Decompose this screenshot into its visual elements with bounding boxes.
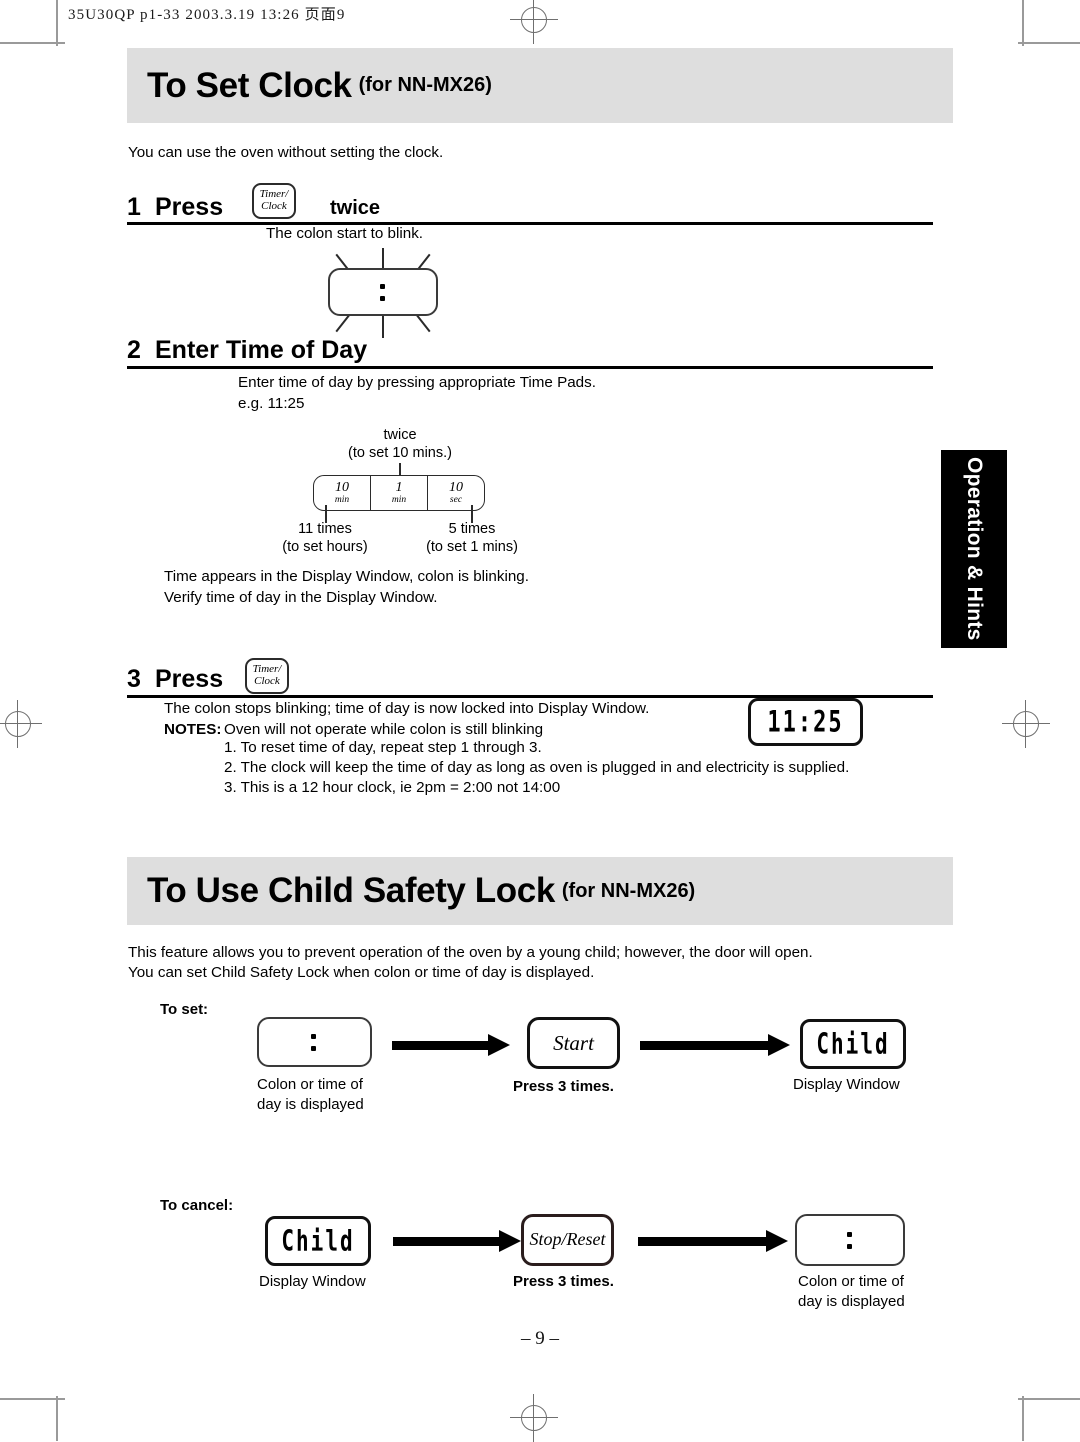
step-1-suffix: twice xyxy=(330,197,381,219)
child-lock-intro-line1: This feature allows you to prevent opera… xyxy=(128,944,813,961)
step-3-note-3: 3. This is a 12 hour clock, ie 2pm = 2:0… xyxy=(224,779,561,796)
section-banner-set-clock: To Set Clock (for NN-MX26) xyxy=(127,48,953,123)
start-button[interactable]: Start xyxy=(527,1017,620,1069)
display-window-step3-value: 11:25 xyxy=(767,705,844,739)
to-set-start-colon-icon xyxy=(311,1033,318,1051)
time-pad-1-min-value: 1 xyxy=(395,480,403,496)
timer-clock-key-step3-line2: Clock xyxy=(254,675,280,687)
step-1-header: 1 Press xyxy=(127,193,223,222)
timepad-leader-top xyxy=(399,463,401,475)
section-model-child-safety-lock: (for NN-MX26) xyxy=(561,879,696,902)
to-cancel-button-caption: Press 3 times. xyxy=(513,1273,614,1290)
blink-ray-top-center xyxy=(382,248,384,270)
timepad-callout-top: twice (to set 10 mins.) xyxy=(310,426,490,462)
blink-ray-bottom-center xyxy=(382,316,384,338)
step-2-after-line1: Time appears in the Display Window, colo… xyxy=(164,568,529,585)
time-pad-10-min[interactable]: 10 min xyxy=(314,476,370,510)
step-3-header: 3 Press xyxy=(127,665,223,694)
crop-mark-bottom-right-horizontal xyxy=(1018,1398,1080,1400)
section-banner-child-safety-lock: To Use Child Safety Lock (for NN-MX26) xyxy=(127,857,953,925)
stop-reset-button[interactable]: Stop/Reset xyxy=(521,1214,614,1266)
section-title-set-clock: To Set Clock xyxy=(147,65,352,105)
colon-indicator xyxy=(379,283,387,301)
to-cancel-end-display xyxy=(795,1214,905,1266)
crop-mark-bottom-left-vertical xyxy=(56,1396,58,1441)
to-cancel-start-display: Child xyxy=(265,1216,371,1266)
to-cancel-end-caption-line2: day is displayed xyxy=(798,1293,905,1310)
to-set-end-caption: Display Window xyxy=(793,1076,900,1093)
to-set-end-display-value: Child xyxy=(816,1027,890,1061)
to-set-end-display: Child xyxy=(800,1019,906,1069)
timer-clock-key-line2: Clock xyxy=(261,200,287,212)
time-pad-10-min-unit: min xyxy=(334,495,350,506)
crop-mark-top-right-vertical xyxy=(1022,0,1024,46)
to-cancel-end-colon-icon xyxy=(846,1231,854,1249)
to-set-button-caption: Press 3 times. xyxy=(513,1078,614,1095)
to-set-label: To set: xyxy=(160,1001,209,1018)
side-tab-operation-and-hints: Operation & Hints xyxy=(941,450,1007,648)
step-2-after-line2: Verify time of day in the Display Window… xyxy=(164,589,438,606)
to-cancel-label: To cancel: xyxy=(160,1197,234,1214)
timer-clock-key-step1[interactable]: Timer/ Clock xyxy=(252,183,296,219)
crop-mark-top-right-horizontal xyxy=(1018,42,1080,44)
to-cancel-start-display-value: Child xyxy=(281,1224,355,1258)
timepad-callout-top-line2: (to set 10 mins.) xyxy=(348,445,452,461)
registration-mark-left xyxy=(0,700,42,748)
to-cancel-start-caption: Display Window xyxy=(259,1273,366,1290)
step-3-notes-lead: Oven will not operate while colon is sti… xyxy=(224,721,544,738)
step-1-action: Press xyxy=(155,193,224,221)
to-set-start-caption-line2: day is displayed xyxy=(257,1096,364,1113)
step-3-notes-label: NOTES: xyxy=(164,721,222,738)
display-window-step3: 11:25 xyxy=(748,698,863,746)
section-title-child-safety-lock: To Use Child Safety Lock xyxy=(147,871,555,910)
page-number: – 9 – xyxy=(521,1328,559,1349)
step-3-number: 3 xyxy=(127,665,141,693)
step-1-rule xyxy=(127,222,933,225)
registration-mark-top xyxy=(510,0,558,44)
timer-clock-key-step3[interactable]: Timer/ Clock xyxy=(245,658,289,694)
to-cancel-end-caption-line1: Colon or time of xyxy=(798,1273,904,1290)
step-3-line1: The colon stops blinking; time of day is… xyxy=(164,700,650,717)
section-model-set-clock: (for NN-MX26) xyxy=(358,74,492,96)
step-2-line1: Enter time of day by pressing appropriat… xyxy=(238,374,596,391)
time-pad-10-sec-value: 10 xyxy=(449,480,463,496)
time-pad-10-sec-unit: sec xyxy=(449,495,463,506)
to-set-start-caption-line1: Colon or time of xyxy=(257,1076,363,1093)
step-2-number: 2 xyxy=(127,336,141,364)
timepad-callout-right-line1: 5 times xyxy=(448,521,496,537)
crop-mark-bottom-right-vertical xyxy=(1022,1396,1024,1441)
time-pads-strip[interactable]: 10 min 1 min 10 sec xyxy=(313,475,485,511)
side-tab-label: Operation & Hints xyxy=(963,457,986,641)
child-lock-intro-line2: You can set Child Safety Lock when colon… xyxy=(128,964,595,981)
step-3-action: Press xyxy=(155,665,224,693)
step-3-note-2: 2. The clock will keep the time of day a… xyxy=(224,759,850,776)
start-button-label: Start xyxy=(553,1030,594,1055)
to-set-start-display xyxy=(257,1017,372,1067)
step-2-line2: e.g. 11:25 xyxy=(238,395,305,412)
step-2-action: Enter Time of Day xyxy=(155,336,368,364)
step-3-note-1: 1. To reset time of day, repeat step 1 t… xyxy=(224,739,542,756)
display-window-step1 xyxy=(328,268,438,316)
time-pad-1-min-unit: min xyxy=(391,495,407,506)
blink-ray-bottom-right xyxy=(415,313,431,333)
registration-mark-bottom xyxy=(510,1394,558,1442)
crop-mark-top-left-vertical xyxy=(56,0,58,46)
step-2-header: 2 Enter Time of Day xyxy=(127,336,367,365)
set-clock-intro: You can use the oven without setting the… xyxy=(128,144,444,161)
timepad-callout-right-line2: (to set 1 mins) xyxy=(426,539,518,555)
timepad-callout-top-line1: twice xyxy=(383,427,417,443)
time-pad-10-sec[interactable]: 10 sec xyxy=(427,476,484,510)
time-pad-1-min[interactable]: 1 min xyxy=(370,476,427,510)
timepad-callout-right: 5 times (to set 1 mins) xyxy=(382,520,562,556)
step-1-number: 1 xyxy=(127,193,141,221)
registration-mark-right xyxy=(1002,700,1050,748)
time-pad-10-min-value: 10 xyxy=(335,480,349,496)
prepress-slug-line: 35U30QP p1-33 2003.3.19 13:26 页面9 xyxy=(68,7,346,23)
stop-reset-button-label: Stop/Reset xyxy=(529,1229,606,1250)
step-2-rule xyxy=(127,366,933,369)
blink-ray-bottom-left xyxy=(335,313,351,333)
step-1-note: The colon start to blink. xyxy=(266,225,424,242)
